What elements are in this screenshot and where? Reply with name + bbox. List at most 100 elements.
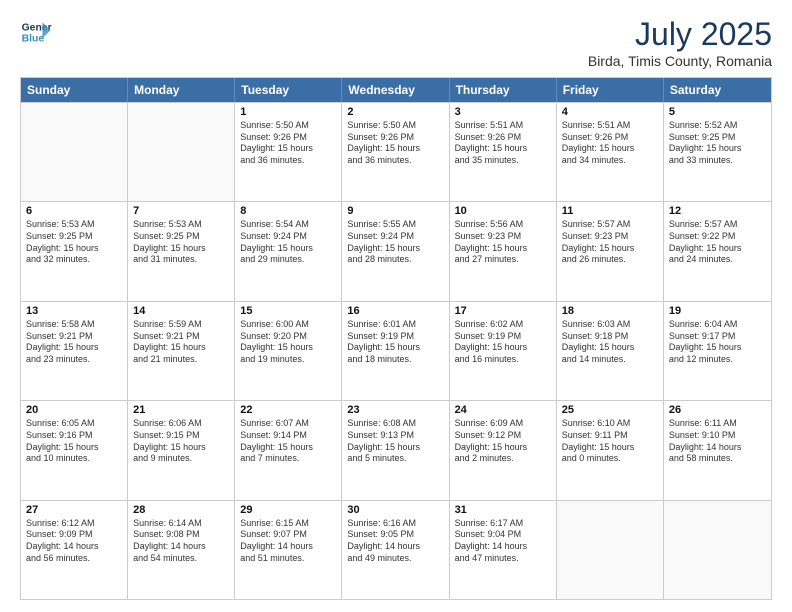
- cell-line: Sunrise: 5:58 AM: [26, 319, 122, 331]
- cell-line: Daylight: 15 hours: [240, 342, 336, 354]
- cell-line: Daylight: 15 hours: [669, 342, 766, 354]
- cell-line: and 26 minutes.: [562, 254, 658, 266]
- cell-line: Sunset: 9:19 PM: [347, 331, 443, 343]
- header: General Blue July 2025 Birda, Timis Coun…: [20, 16, 772, 69]
- cell-line: and 47 minutes.: [455, 553, 551, 565]
- calendar-cell: 31Sunrise: 6:17 AMSunset: 9:04 PMDayligh…: [450, 501, 557, 599]
- weekday-header: Sunday: [21, 78, 128, 102]
- location-subtitle: Birda, Timis County, Romania: [588, 53, 772, 69]
- cell-line: Sunset: 9:24 PM: [347, 231, 443, 243]
- cell-line: Sunset: 9:08 PM: [133, 529, 229, 541]
- weekday-header: Tuesday: [235, 78, 342, 102]
- day-number: 23: [347, 404, 443, 416]
- cell-line: Daylight: 15 hours: [669, 243, 766, 255]
- day-number: 18: [562, 305, 658, 317]
- calendar-cell: [557, 501, 664, 599]
- cell-line: and 51 minutes.: [240, 553, 336, 565]
- day-number: 19: [669, 305, 766, 317]
- cell-line: Daylight: 14 hours: [240, 541, 336, 553]
- cell-line: Sunset: 9:26 PM: [347, 132, 443, 144]
- cell-line: Sunrise: 5:59 AM: [133, 319, 229, 331]
- cell-line: and 7 minutes.: [240, 453, 336, 465]
- calendar-cell: 9Sunrise: 5:55 AMSunset: 9:24 PMDaylight…: [342, 202, 449, 300]
- cell-line: Daylight: 15 hours: [347, 243, 443, 255]
- calendar-cell: [21, 103, 128, 201]
- calendar-cell: 14Sunrise: 5:59 AMSunset: 9:21 PMDayligh…: [128, 302, 235, 400]
- day-number: 24: [455, 404, 551, 416]
- cell-line: Sunrise: 6:07 AM: [240, 418, 336, 430]
- day-number: 11: [562, 205, 658, 217]
- cell-line: Daylight: 14 hours: [133, 541, 229, 553]
- cell-line: and 31 minutes.: [133, 254, 229, 266]
- calendar-cell: 15Sunrise: 6:00 AMSunset: 9:20 PMDayligh…: [235, 302, 342, 400]
- calendar-cell: 13Sunrise: 5:58 AMSunset: 9:21 PMDayligh…: [21, 302, 128, 400]
- calendar-cell: 23Sunrise: 6:08 AMSunset: 9:13 PMDayligh…: [342, 401, 449, 499]
- cell-line: Sunset: 9:23 PM: [562, 231, 658, 243]
- cell-line: and 33 minutes.: [669, 155, 766, 167]
- cell-line: Sunrise: 6:08 AM: [347, 418, 443, 430]
- day-number: 7: [133, 205, 229, 217]
- calendar-cell: 20Sunrise: 6:05 AMSunset: 9:16 PMDayligh…: [21, 401, 128, 499]
- day-number: 31: [455, 504, 551, 516]
- cell-line: Daylight: 15 hours: [669, 143, 766, 155]
- cell-line: and 12 minutes.: [669, 354, 766, 366]
- cell-line: Sunset: 9:18 PM: [562, 331, 658, 343]
- cell-line: and 29 minutes.: [240, 254, 336, 266]
- cell-line: and 0 minutes.: [562, 453, 658, 465]
- svg-text:Blue: Blue: [22, 34, 45, 45]
- cell-line: Daylight: 14 hours: [347, 541, 443, 553]
- calendar-cell: 4Sunrise: 5:51 AMSunset: 9:26 PMDaylight…: [557, 103, 664, 201]
- cell-line: Sunrise: 6:14 AM: [133, 518, 229, 530]
- calendar-cell: 26Sunrise: 6:11 AMSunset: 9:10 PMDayligh…: [664, 401, 771, 499]
- day-number: 13: [26, 305, 122, 317]
- page: General Blue July 2025 Birda, Timis Coun…: [0, 0, 792, 612]
- cell-line: Sunset: 9:21 PM: [133, 331, 229, 343]
- calendar-row: 13 Sunrise: 5:58 AM Sunset: 9:21 PM Dayligh…: [21, 301, 771, 400]
- calendar-cell: 10Sunrise: 5:56 AMSunset: 9:23 PMDayligh…: [450, 202, 557, 300]
- cell-line: Sunrise: 6:02 AM: [455, 319, 551, 331]
- cell-line: Sunset: 9:23 PM: [455, 231, 551, 243]
- logo: General Blue: [20, 16, 52, 48]
- cell-line: Sunrise: 5:52 AM: [669, 120, 766, 132]
- cell-line: Sunset: 9:11 PM: [562, 430, 658, 442]
- calendar-cell: 5Sunrise: 5:52 AMSunset: 9:25 PMDaylight…: [664, 103, 771, 201]
- day-number: 4: [562, 106, 658, 118]
- calendar-cell: 6Sunrise: 5:53 AMSunset: 9:25 PMDaylight…: [21, 202, 128, 300]
- title-block: July 2025 Birda, Timis County, Romania: [588, 16, 772, 69]
- day-number: 28: [133, 504, 229, 516]
- cell-line: and 56 minutes.: [26, 553, 122, 565]
- calendar-cell: 17Sunrise: 6:02 AMSunset: 9:19 PMDayligh…: [450, 302, 557, 400]
- cell-line: and 19 minutes.: [240, 354, 336, 366]
- calendar-header-row: SundayMondayTuesdayWednesdayThursdayFrid…: [21, 78, 771, 102]
- calendar-cell: 8Sunrise: 5:54 AMSunset: 9:24 PMDaylight…: [235, 202, 342, 300]
- day-number: 14: [133, 305, 229, 317]
- day-number: 25: [562, 404, 658, 416]
- calendar-cell: [664, 501, 771, 599]
- cell-line: Sunrise: 6:17 AM: [455, 518, 551, 530]
- calendar-cell: 2Sunrise: 5:50 AMSunset: 9:26 PMDaylight…: [342, 103, 449, 201]
- weekday-header: Friday: [557, 78, 664, 102]
- cell-line: Daylight: 15 hours: [347, 342, 443, 354]
- weekday-header: Saturday: [664, 78, 771, 102]
- cell-line: Daylight: 14 hours: [26, 541, 122, 553]
- cell-line: and 36 minutes.: [347, 155, 443, 167]
- cell-line: Sunset: 9:22 PM: [669, 231, 766, 243]
- cell-line: Daylight: 15 hours: [455, 143, 551, 155]
- cell-line: Sunrise: 6:16 AM: [347, 518, 443, 530]
- calendar-cell: 1Sunrise: 5:50 AMSunset: 9:26 PMDaylight…: [235, 103, 342, 201]
- calendar-cell: 24Sunrise: 6:09 AMSunset: 9:12 PMDayligh…: [450, 401, 557, 499]
- cell-line: and 14 minutes.: [562, 354, 658, 366]
- day-number: 6: [26, 205, 122, 217]
- cell-line: Sunrise: 6:11 AM: [669, 418, 766, 430]
- cell-line: Daylight: 15 hours: [455, 342, 551, 354]
- cell-line: Daylight: 15 hours: [240, 243, 336, 255]
- cell-line: Sunrise: 6:01 AM: [347, 319, 443, 331]
- day-number: 15: [240, 305, 336, 317]
- calendar-row: 6Sunrise: 5:53 AMSunset: 9:25 PMDaylight…: [21, 201, 771, 300]
- cell-line: Daylight: 15 hours: [26, 243, 122, 255]
- cell-line: Daylight: 15 hours: [562, 342, 658, 354]
- cell-line: Daylight: 15 hours: [133, 243, 229, 255]
- day-number: 30: [347, 504, 443, 516]
- cell-line: Sunrise: 6:00 AM: [240, 319, 336, 331]
- cell-line: Daylight: 14 hours: [455, 541, 551, 553]
